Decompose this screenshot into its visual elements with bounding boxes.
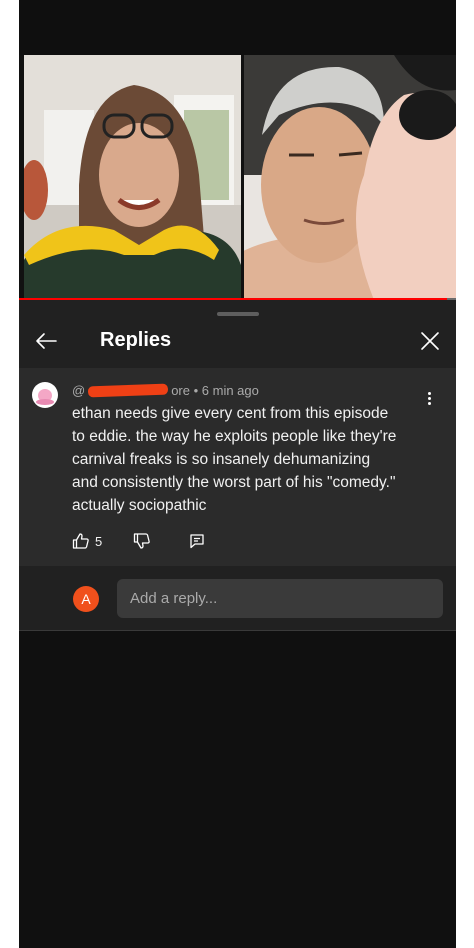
drag-handle[interactable] <box>217 312 259 316</box>
author-handle-prefix: @ <box>72 383 86 398</box>
reply-icon <box>190 534 204 549</box>
user-avatar[interactable]: A <box>73 586 99 612</box>
author-handle-suffix: ore <box>171 383 190 398</box>
reply-button[interactable] <box>189 533 205 549</box>
replies-panel: Replies @ ore • 6 min ago ethan needs giv… <box>19 300 456 948</box>
comment-meta: @ ore • 6 min ago <box>72 383 259 398</box>
redaction-mark <box>88 383 169 398</box>
thumbs-up-icon <box>72 533 89 549</box>
replies-list-empty <box>19 631 456 948</box>
woman-video-frame <box>24 55 241 300</box>
reply-composer: A Add a reply... <box>19 566 456 631</box>
dislike-button[interactable] <box>133 532 151 550</box>
comment-actions: 5 <box>72 529 205 553</box>
back-button[interactable] <box>33 328 59 354</box>
man-video-frame <box>244 55 456 300</box>
page-title: Replies <box>100 329 172 351</box>
comment: @ ore • 6 min ago ethan needs give every … <box>19 368 456 566</box>
video-player[interactable] <box>19 55 456 300</box>
thumbs-down-icon <box>134 533 151 549</box>
close-icon <box>421 332 439 350</box>
avatar-image-shade <box>36 399 54 405</box>
comment-text: ethan needs give every cent from this ep… <box>72 405 397 514</box>
replies-header: Replies <box>19 318 456 366</box>
reply-input[interactable]: Add a reply... <box>117 579 443 618</box>
phone-screen: Replies @ ore • 6 min ago ethan needs giv… <box>19 0 456 948</box>
commenter-avatar[interactable] <box>32 382 58 408</box>
like-button[interactable]: 5 <box>72 532 102 550</box>
arrow-left-icon <box>36 333 57 349</box>
like-count: 5 <box>95 533 103 549</box>
video-pane-left <box>24 55 241 300</box>
close-button[interactable] <box>417 328 443 354</box>
video-pane-right <box>244 55 456 300</box>
comment-author[interactable]: @ ore <box>72 383 190 398</box>
comment-time: • 6 min ago <box>190 383 259 398</box>
